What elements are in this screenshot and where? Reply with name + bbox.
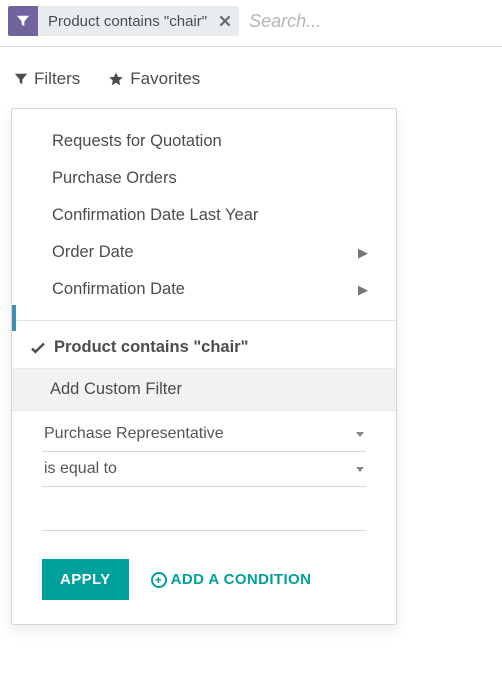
filter-option-purchase-orders[interactable]: Purchase Orders	[12, 160, 396, 197]
filter-option-label: Confirmation Date Last Year	[52, 206, 258, 225]
control-bar: Filters Favorites	[0, 47, 502, 99]
dropdown-indicator	[12, 305, 16, 331]
filters-button[interactable]: Filters	[14, 69, 80, 89]
custom-filter-form: Purchase Representative is equal to APPL…	[12, 411, 396, 600]
caret-down-icon	[356, 432, 364, 437]
field-select-value: Purchase Representative	[44, 425, 224, 443]
close-icon	[219, 15, 231, 27]
star-icon	[108, 71, 124, 87]
add-custom-filter-header[interactable]: Add Custom Filter	[12, 368, 396, 411]
funnel-icon	[14, 72, 28, 86]
filter-options-list: Requests for Quotation Purchase Orders C…	[12, 109, 396, 314]
apply-button[interactable]: APPLY	[42, 559, 129, 600]
plus-circle-icon: +	[151, 572, 167, 588]
filters-dropdown: Requests for Quotation Purchase Orders C…	[11, 108, 397, 625]
chevron-right-icon: ▶	[358, 282, 368, 298]
search-facet-label: Product contains "chair"	[38, 6, 217, 36]
separator	[12, 320, 396, 321]
filter-option-rfq[interactable]: Requests for Quotation	[12, 123, 396, 160]
active-filter-row[interactable]: Product contains "chair"	[12, 327, 396, 368]
filter-option-order-date[interactable]: Order Date ▶	[12, 234, 396, 271]
add-condition-label: ADD A CONDITION	[171, 571, 312, 588]
filter-option-label: Purchase Orders	[52, 169, 177, 188]
add-custom-filter-label: Add Custom Filter	[50, 380, 182, 398]
filter-option-label: Requests for Quotation	[52, 132, 222, 151]
filter-option-label: Order Date	[52, 243, 134, 262]
filters-button-label: Filters	[34, 69, 80, 89]
caret-down-icon	[356, 467, 364, 472]
value-input[interactable]	[42, 501, 366, 531]
favorites-button[interactable]: Favorites	[108, 69, 200, 89]
chevron-right-icon: ▶	[358, 245, 368, 261]
favorites-button-label: Favorites	[130, 69, 200, 89]
custom-filter-actions: APPLY + ADD A CONDITION	[42, 559, 366, 600]
filter-option-confirmation-date[interactable]: Confirmation Date ▶	[12, 271, 396, 308]
field-select[interactable]: Purchase Representative	[42, 417, 366, 452]
search-facet: Product contains "chair"	[8, 6, 239, 36]
search-input[interactable]	[247, 11, 494, 32]
search-bar: Product contains "chair"	[0, 0, 502, 47]
active-filter-label: Product contains "chair"	[54, 338, 248, 357]
operator-select[interactable]: is equal to	[42, 452, 366, 487]
check-icon	[30, 340, 46, 356]
filter-option-label: Confirmation Date	[52, 280, 185, 299]
funnel-icon	[8, 6, 38, 36]
add-condition-button[interactable]: + ADD A CONDITION	[151, 571, 312, 588]
search-facet-remove[interactable]	[217, 6, 239, 36]
operator-select-value: is equal to	[44, 460, 117, 478]
filter-option-confirmation-last-year[interactable]: Confirmation Date Last Year	[12, 197, 396, 234]
